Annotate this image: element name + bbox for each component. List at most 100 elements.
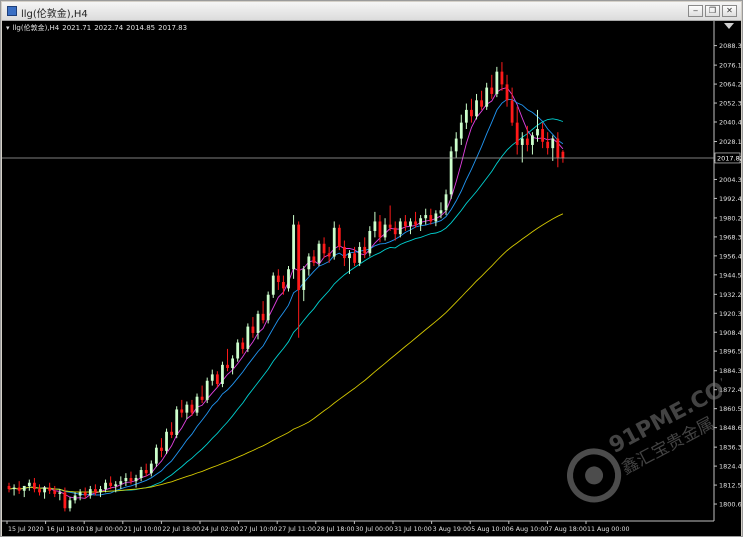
candle-body[interactable] — [490, 87, 494, 94]
candle-body[interactable] — [363, 246, 367, 254]
candle-body[interactable] — [210, 374, 214, 381]
candle-body[interactable] — [200, 396, 204, 400]
candle-body[interactable] — [266, 294, 270, 321]
candle-body[interactable] — [444, 194, 448, 211]
candle-body[interactable] — [160, 447, 163, 451]
candle-body[interactable] — [546, 141, 550, 149]
candle-body[interactable] — [83, 492, 87, 496]
candle-body[interactable] — [271, 275, 275, 295]
candle-body[interactable] — [246, 326, 250, 349]
candle-body[interactable] — [292, 224, 295, 270]
candle-body[interactable] — [73, 495, 77, 501]
candle-body[interactable] — [180, 409, 184, 413]
candle-body[interactable] — [134, 477, 138, 482]
candle-body[interactable] — [495, 71, 499, 94]
candle-body[interactable] — [505, 84, 509, 101]
candle-body[interactable] — [383, 224, 387, 238]
chart-shift-marker-icon[interactable] — [724, 23, 734, 29]
window-titlebar[interactable]: llg(伦敦金),H4 ‒ ❐ ✕ — [2, 2, 741, 21]
candle-body[interactable] — [109, 482, 113, 486]
candle-body[interactable] — [7, 485, 11, 490]
candle-body[interactable] — [312, 256, 316, 263]
candle-body[interactable] — [261, 313, 265, 321]
candle-body[interactable] — [520, 138, 524, 145]
candle-body[interactable] — [175, 409, 179, 435]
candle-body[interactable] — [403, 221, 407, 227]
candle-body[interactable] — [429, 215, 433, 222]
candle-body[interactable] — [221, 364, 224, 384]
candle-body[interactable] — [551, 138, 555, 149]
candle-body[interactable] — [144, 470, 148, 474]
candle-body[interactable] — [22, 485, 26, 491]
candle-body[interactable] — [500, 71, 504, 85]
candle-body[interactable] — [129, 477, 133, 482]
candle-body[interactable] — [190, 404, 194, 413]
minimize-button[interactable]: ‒ — [688, 5, 703, 17]
candle-body[interactable] — [531, 135, 534, 145]
candle-body[interactable] — [93, 489, 97, 493]
candle-body[interactable] — [165, 431, 168, 451]
candle-body[interactable] — [322, 243, 326, 254]
candle-body[interactable] — [297, 224, 301, 290]
candle-body[interactable] — [226, 364, 229, 369]
candle-body[interactable] — [139, 470, 143, 478]
candle-body[interactable] — [149, 463, 153, 474]
candle-body[interactable] — [287, 269, 290, 289]
candle-body[interactable] — [63, 492, 67, 509]
candle-body[interactable] — [378, 221, 382, 238]
candle-body[interactable] — [393, 227, 397, 235]
candle-body[interactable] — [185, 404, 189, 413]
candle-body[interactable] — [515, 122, 519, 145]
candle-body[interactable] — [302, 269, 306, 290]
close-button[interactable]: ✕ — [722, 5, 737, 17]
candle-body[interactable] — [68, 500, 72, 509]
candle-body[interactable] — [236, 342, 240, 359]
candle-body[interactable] — [470, 109, 473, 117]
candle-body[interactable] — [33, 482, 36, 490]
candle-body[interactable] — [27, 482, 31, 486]
candle-body[interactable] — [38, 489, 41, 493]
candle-body[interactable] — [170, 431, 174, 435]
candle-body[interactable] — [215, 374, 219, 384]
candle-body[interactable] — [419, 218, 423, 225]
candle-body[interactable] — [398, 221, 402, 235]
candle-body[interactable] — [256, 313, 260, 333]
candle-body[interactable] — [480, 100, 484, 107]
candle-body[interactable] — [231, 358, 234, 369]
candle-body[interactable] — [343, 246, 346, 259]
candle-body[interactable] — [409, 221, 412, 227]
candle-body[interactable] — [241, 342, 245, 349]
candle-body[interactable] — [282, 281, 285, 289]
candle-body[interactable] — [510, 100, 514, 123]
candle-body[interactable] — [337, 227, 341, 247]
candle-body[interactable] — [332, 227, 336, 257]
candle-body[interactable] — [459, 122, 463, 139]
candle-body[interactable] — [12, 487, 16, 490]
candle-body[interactable] — [454, 138, 458, 152]
candle-body[interactable] — [58, 492, 62, 494]
candle-body[interactable] — [317, 243, 321, 263]
candle-body[interactable] — [104, 482, 107, 490]
candle-body[interactable] — [119, 481, 123, 485]
candle-body[interactable] — [373, 221, 377, 231]
candle-body[interactable] — [195, 396, 199, 413]
candle-body[interactable] — [327, 253, 331, 257]
candle-body[interactable] — [485, 87, 489, 107]
candle-body[interactable] — [358, 246, 362, 263]
restore-button[interactable]: ❐ — [705, 5, 720, 17]
candle-body[interactable] — [99, 489, 102, 493]
candle-body[interactable] — [353, 253, 356, 263]
candle-body[interactable] — [414, 221, 417, 225]
candle-body[interactable] — [78, 492, 82, 496]
candle-body[interactable] — [525, 138, 529, 145]
price-chart[interactable]: 2088.35 2076.10 2064.20 2052.30 2040.40 2028.… — [2, 21, 741, 536]
candle-body[interactable] — [434, 213, 438, 222]
candle-body[interactable] — [307, 256, 311, 270]
candle-body[interactable] — [348, 253, 351, 259]
candle-body[interactable] — [154, 447, 158, 464]
candle-body[interactable] — [556, 138, 560, 158]
candle-body[interactable] — [114, 484, 118, 486]
candle-body[interactable] — [88, 489, 92, 496]
candle-body[interactable] — [541, 129, 544, 142]
candle-body[interactable] — [53, 490, 57, 494]
